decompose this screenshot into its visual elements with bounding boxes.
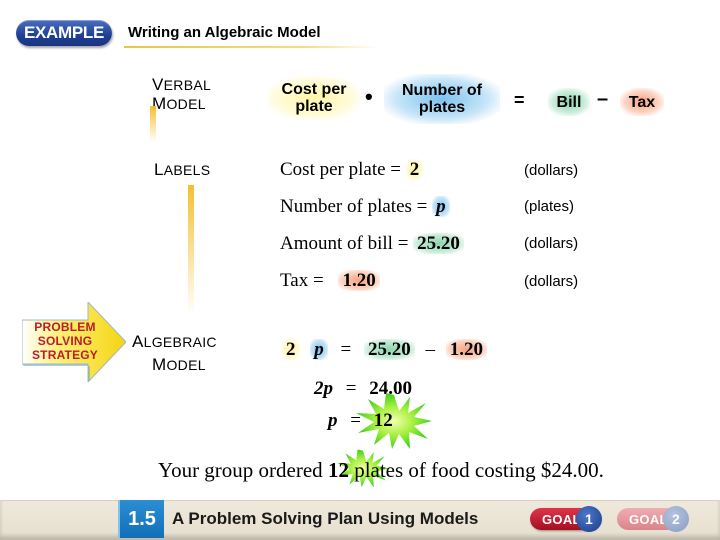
goal-number: 1 [576, 506, 602, 532]
coefficient: 2 [282, 339, 300, 360]
bill-box: Bill [548, 88, 590, 116]
tax-box: Tax [620, 88, 664, 116]
connector-line [150, 106, 156, 142]
page-title: Writing an Algebraic Model [128, 24, 321, 41]
equals-symbol: = [514, 90, 525, 110]
tax-term: 1.20 [445, 339, 487, 360]
minus-symbol: – [597, 88, 609, 110]
variable: p [310, 339, 328, 360]
label-row-plates: Number of plates = p [280, 196, 450, 218]
plates-variable: p [432, 196, 450, 217]
connector-line [188, 185, 194, 315]
strategy-label: PROBLEM SOLVING STRATEGY [31, 320, 99, 362]
example-badge: EXAMPLE [16, 20, 112, 46]
algebraic-model-label: ALGEBRAIC MODEL [132, 332, 217, 374]
unit-plates: (plates) [524, 198, 575, 215]
label-row-cost: Cost per plate = 2 [280, 159, 424, 181]
lesson-title: A Problem Solving Plan Using Models [172, 509, 479, 528]
verbal-model-label: VERBAL MODEL [152, 75, 212, 113]
number-of-plates-box: Number of plates [384, 74, 500, 124]
bill-term: 25.20 [363, 339, 415, 360]
equation-solution: p = 12 [328, 410, 393, 431]
unit-dollars: (dollars) [524, 162, 579, 179]
goal-1-button[interactable]: GOAL 1 [530, 506, 602, 532]
goal-2-button[interactable]: GOAL 2 [617, 506, 689, 532]
unit-dollars: (dollars) [524, 235, 579, 252]
conclusion-highlight: 12 [327, 458, 349, 482]
bill-value: 25.20 [413, 233, 464, 254]
times-symbol: • [365, 84, 373, 109]
title-underline [124, 46, 380, 48]
solution-value: 12 [373, 410, 393, 431]
algebraic-equation: 2 p = 25.20 – 1.20 [282, 339, 487, 361]
label-row-bill: Amount of bill = 25.20 [280, 233, 464, 255]
cost-per-plate-box: Cost per plate [268, 76, 360, 120]
labels-section-label: LABELS [154, 160, 211, 179]
goal-number: 2 [663, 506, 689, 532]
cost-value: 2 [405, 159, 424, 180]
lesson-number-badge: 1.5 [118, 500, 164, 538]
tax-value: 1.20 [338, 270, 380, 291]
conclusion-sentence: Your group ordered 12 plates of food cos… [158, 458, 604, 482]
label-row-tax: Tax = 1.20 [280, 270, 380, 292]
unit-dollars: (dollars) [524, 273, 579, 290]
